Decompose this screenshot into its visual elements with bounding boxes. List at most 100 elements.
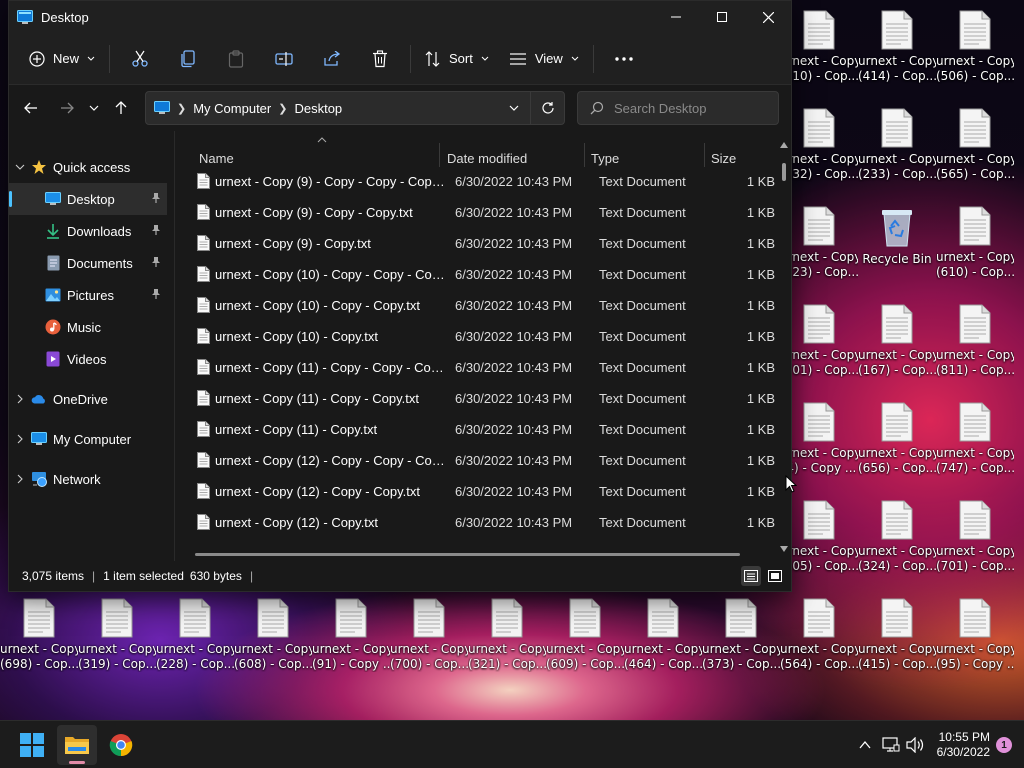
table-row[interactable]: urnext - Copy (9) - Copy.txt 6/30/2022 10…	[175, 228, 779, 259]
desktop-icon-text-file[interactable]: urnext - Copy (811) - Cop...	[936, 304, 1014, 378]
desktop-icon-text-file[interactable]: urnext - Copy (506) - Cop...	[936, 10, 1014, 84]
back-button[interactable]	[15, 92, 47, 124]
desktop-icon-text-file[interactable]: urnext - Copy (373) - Cop...	[702, 598, 780, 672]
large-icons-view-button[interactable]	[765, 566, 785, 586]
address-dropdown-button[interactable]	[498, 92, 530, 124]
desktop-icon-text-file[interactable]: urnext - Copy (91) - Copy ...	[312, 598, 390, 672]
table-row[interactable]: urnext - Copy (13).txt6/30/2022 10:43 PM…	[175, 538, 779, 545]
column-divider[interactable]	[439, 143, 440, 167]
refresh-button[interactable]	[530, 92, 564, 124]
scroll-down-arrow-icon[interactable]	[779, 545, 789, 553]
scrollbar-thumb[interactable]	[782, 163, 786, 181]
new-button[interactable]: New	[21, 41, 103, 77]
forward-button[interactable]	[51, 92, 83, 124]
chevron-right-icon[interactable]	[9, 394, 31, 404]
table-row[interactable]: urnext - Copy (11) - Copy - Copy.txt 6/30…	[175, 383, 779, 414]
search-box[interactable]	[577, 91, 779, 125]
nav-item-downloads[interactable]: Downloads	[9, 215, 167, 247]
pane-splitter[interactable]	[167, 131, 175, 561]
nav-item-desktop[interactable]: Desktop	[9, 183, 167, 215]
column-header-date[interactable]: Date modified	[447, 151, 527, 166]
cut-button[interactable]	[116, 41, 164, 77]
pin-icon[interactable]	[151, 192, 161, 207]
nav-item-pictures[interactable]: Pictures	[9, 279, 167, 311]
taskbar-chrome[interactable]	[101, 725, 141, 765]
pin-icon[interactable]	[151, 256, 161, 271]
sort-button[interactable]: Sort	[417, 41, 497, 77]
minimize-button[interactable]	[653, 1, 699, 33]
see-more-button[interactable]	[600, 41, 648, 77]
nav-item-onedrive[interactable]: OneDrive	[9, 383, 167, 415]
chevron-down-icon[interactable]	[9, 164, 31, 170]
desktop-icon-text-file[interactable]: urnext - Copy (321) - Cop...	[468, 598, 546, 672]
nav-item-documents[interactable]: Documents	[9, 247, 167, 279]
nav-item-network[interactable]: Network	[9, 463, 167, 495]
desktop-icon-text-file[interactable]: urnext - Copy (415) - Cop...	[858, 598, 936, 672]
show-hidden-icons-button[interactable]	[851, 725, 879, 765]
scroll-up-arrow-icon[interactable]	[779, 141, 789, 149]
desktop-icon-text-file[interactable]: urnext - Copy (464) - Cop...	[624, 598, 702, 672]
start-button[interactable]	[12, 725, 52, 765]
chevron-right-icon[interactable]	[9, 474, 31, 484]
notification-badge[interactable]: 1	[996, 737, 1012, 753]
desktop-icon-text-file[interactable]: urnext - Copy (414) - Cop...	[858, 10, 936, 84]
up-button[interactable]	[105, 92, 137, 124]
table-row[interactable]: urnext - Copy (12) - Copy.txt 6/30/2022 1…	[175, 507, 779, 538]
copy-button[interactable]	[164, 41, 212, 77]
desktop-icon-text-file[interactable]: urnext - Copy (233) - Cop...	[858, 108, 936, 182]
desktop-icon-text-file[interactable]: urnext - Copy (319) - Cop...	[78, 598, 156, 672]
recent-locations-button[interactable]	[83, 92, 105, 124]
title-bar[interactable]: Desktop	[9, 1, 791, 33]
table-row[interactable]: urnext - Copy (11) - Copy - Copy - Copy.…	[175, 352, 779, 383]
share-button[interactable]	[308, 41, 356, 77]
chevron-right-icon[interactable]	[9, 434, 31, 444]
table-row[interactable]: urnext - Copy (9) - Copy - Copy - Copy.t…	[175, 166, 779, 197]
desktop-icon-text-file[interactable]: urnext - Copy (608) - Cop...	[234, 598, 312, 672]
scrollbar-thumb[interactable]	[195, 553, 740, 556]
maximize-button[interactable]	[699, 1, 745, 33]
desktop-icon-recycle-bin[interactable]: Recycle Bin	[858, 206, 936, 267]
column-header-type[interactable]: Type	[591, 151, 619, 166]
desktop-icon-text-file[interactable]: urnext - Copy (609) - Cop...	[546, 598, 624, 672]
breadcrumb-my-computer[interactable]: My Computer	[193, 101, 271, 116]
paste-button[interactable]	[212, 41, 260, 77]
column-divider[interactable]	[584, 143, 585, 167]
desktop-icon-text-file[interactable]: urnext - Copy (228) - Cop...	[156, 598, 234, 672]
network-status-button[interactable]	[879, 725, 903, 765]
column-divider[interactable]	[704, 143, 705, 167]
table-row[interactable]: urnext - Copy (10) - Copy - Copy - Copy.…	[175, 259, 779, 290]
pin-icon[interactable]	[151, 224, 161, 239]
nav-item-videos[interactable]: Videos	[9, 343, 167, 375]
details-view-button[interactable]	[741, 566, 761, 586]
desktop-icon-text-file[interactable]: urnext - Copy (700) - Cop...	[390, 598, 468, 672]
view-button[interactable]: View	[501, 41, 587, 77]
breadcrumb-desktop[interactable]: Desktop	[294, 101, 342, 116]
delete-button[interactable]	[356, 41, 404, 77]
horizontal-scrollbar[interactable]	[195, 553, 751, 557]
table-row[interactable]: urnext - Copy (10) - Copy.txt 6/30/2022 1…	[175, 321, 779, 352]
table-row[interactable]: urnext - Copy (10) - Copy - Copy.txt 6/30…	[175, 290, 779, 321]
nav-item-my-computer[interactable]: My Computer	[9, 423, 167, 455]
desktop-icon-text-file[interactable]: urnext - Copy (167) - Cop...	[858, 304, 936, 378]
table-row[interactable]: urnext - Copy (9) - Copy - Copy.txt 6/30/…	[175, 197, 779, 228]
table-row[interactable]: urnext - Copy (11) - Copy.txt 6/30/2022 1…	[175, 414, 779, 445]
column-header-size[interactable]: Size	[711, 151, 736, 166]
pin-icon[interactable]	[151, 288, 161, 303]
address-bar[interactable]: ❯ My Computer ❯ Desktop	[145, 91, 565, 125]
nav-item-quick-access[interactable]: Quick access	[9, 151, 167, 183]
close-button[interactable]	[745, 1, 791, 33]
desktop-icon-text-file[interactable]: urnext - Copy (747) - Cop...	[936, 402, 1014, 476]
desktop-icon-text-file[interactable]: urnext - Copy (698) - Cop...	[0, 598, 78, 672]
desktop-icon-text-file[interactable]: urnext - Copy (565) - Cop...	[936, 108, 1014, 182]
table-row[interactable]: urnext - Copy (12) - Copy - Copy.txt 6/30…	[175, 476, 779, 507]
desktop-icon-text-file[interactable]: urnext - Copy (656) - Cop...	[858, 402, 936, 476]
nav-item-music[interactable]: Music	[9, 311, 167, 343]
clock[interactable]: 10:55 PM 6/30/2022	[937, 730, 990, 760]
column-header-name[interactable]: Name	[199, 151, 234, 166]
search-input[interactable]	[614, 100, 764, 116]
table-row[interactable]: urnext - Copy (12) - Copy - Copy - Copy.…	[175, 445, 779, 476]
taskbar-file-explorer[interactable]	[57, 725, 97, 765]
desktop-icon-text-file[interactable]: urnext - Copy (610) - Cop...	[936, 206, 1014, 280]
desktop-icon-text-file[interactable]: urnext - Copy (701) - Cop...	[936, 500, 1014, 574]
desktop-icon-text-file[interactable]: urnext - Copy (564) - Cop...	[780, 598, 858, 672]
